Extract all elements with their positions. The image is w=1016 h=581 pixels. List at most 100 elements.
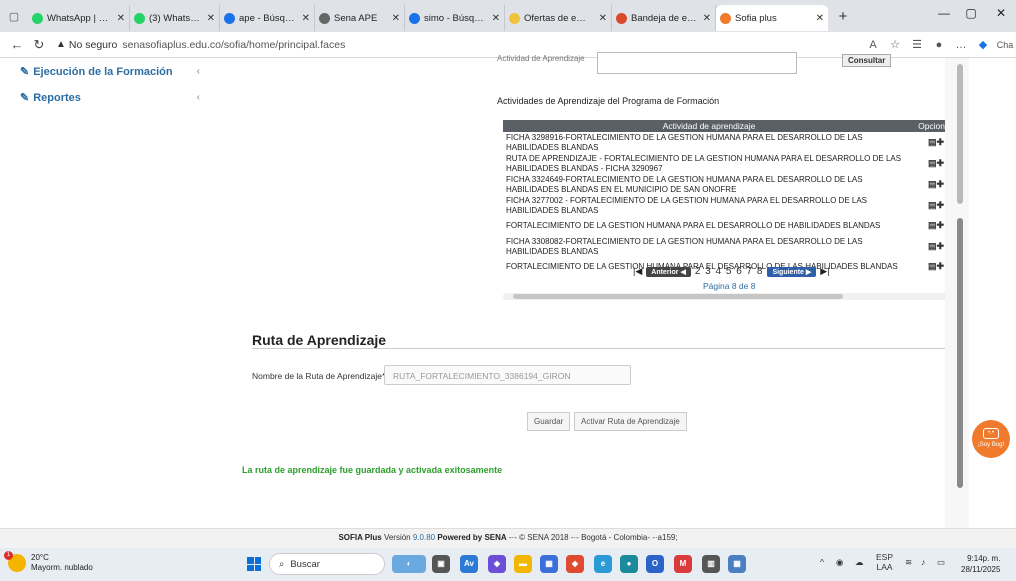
ofertas-icon	[509, 12, 520, 24]
back-icon[interactable]: ←	[6, 37, 28, 52]
close-tab-icon[interactable]: ✕	[599, 13, 607, 24]
close-tab-icon[interactable]: ✕	[302, 13, 310, 24]
language-indicator[interactable]: ESP LAA	[876, 552, 893, 572]
tab-simo-busqueda[interactable]: simo - Búsqueda ✕	[405, 5, 505, 31]
wifi-icon[interactable]: ≋	[905, 557, 912, 568]
weather-widget[interactable]: 1 20°C Mayorm. nublado	[4, 551, 93, 573]
close-tab-icon[interactable]: ✕	[703, 13, 711, 24]
minimize-icon[interactable]: —	[935, 6, 953, 20]
mascot-label: ¡Soy Bog!	[977, 442, 1005, 448]
add-icon[interactable]: ✚	[937, 179, 945, 189]
page-numbers[interactable]: 2 3 4 5 6 7 8	[695, 266, 764, 277]
security-label: No seguro	[68, 38, 118, 51]
tab-ape-busqueda[interactable]: ape - Búsqueda ✕	[220, 5, 315, 31]
read-aloud-icon[interactable]: A	[862, 39, 884, 51]
ruta-name-field[interactable]: RUTA_FORTALECIMIENTO_3386194_GIRON	[384, 365, 631, 385]
widgets-icon[interactable]: ◐	[392, 555, 426, 573]
activate-route-button[interactable]: Activar Ruta de Aprendizaje	[574, 412, 687, 431]
consult-button[interactable]: Consultar	[842, 54, 892, 67]
product-name: SOFIA Plus	[338, 533, 382, 542]
edge-icon[interactable]: e	[594, 555, 612, 573]
url-field[interactable]: ▲ No seguro senasofiaplus.edu.co/sofia/h…	[56, 39, 862, 51]
restore-icon[interactable]: ▢	[962, 6, 980, 20]
tab-bandeja-entrada[interactable]: Bandeja de entrad ✕	[612, 5, 716, 31]
ruta-name-label: Nombre de la Ruta de Aprendizaje*	[252, 371, 386, 381]
details-icon[interactable]: ▤	[928, 137, 937, 147]
office-icon[interactable]: ◆	[566, 555, 584, 573]
sidebar-item-reportes[interactable]: ✎ Reportes ‹	[0, 84, 210, 110]
consult-textarea[interactable]	[597, 52, 797, 74]
taskbar-clock[interactable]: 9:14p. m. 28/11/2025	[961, 553, 1000, 575]
battery-icon[interactable]: ▭	[937, 557, 945, 568]
close-tab-icon[interactable]: ✕	[492, 13, 500, 24]
add-icon[interactable]: ✚	[937, 261, 945, 272]
weather-description: Mayorm. nublado	[31, 563, 93, 572]
activities-title: Actividades de Aprendizaje del Programa …	[497, 96, 720, 106]
volume-icon[interactable]: ♪	[921, 557, 925, 567]
new-tab-button[interactable]: +	[834, 8, 852, 25]
tray-app-icon[interactable]: ◉	[836, 557, 843, 568]
tray-chevron-icon[interactable]: ^	[820, 557, 824, 567]
next-page-button[interactable]: Siguiente ▶	[767, 266, 817, 277]
details-icon[interactable]: ▤	[928, 241, 937, 251]
chevron-left-icon: ‹	[196, 65, 200, 77]
tab-label: ape - Búsqueda	[239, 12, 297, 24]
onedrive-icon[interactable]: ☁	[855, 557, 864, 568]
store-icon[interactable]: ▦	[540, 555, 558, 573]
close-window-icon[interactable]: ✕	[992, 6, 1010, 20]
close-tab-icon[interactable]: ✕	[117, 13, 125, 24]
previous-page-button[interactable]: Anterior ◀	[646, 266, 691, 277]
add-icon[interactable]: ✚	[937, 158, 945, 168]
close-tab-icon[interactable]: ✕	[392, 13, 400, 24]
taskbar-search[interactable]: ⌕ Buscar	[269, 553, 385, 575]
page-vertical-scrollbar[interactable]	[945, 58, 969, 528]
tab-whatsapp[interactable]: (3) WhatsApp ✕	[130, 5, 220, 31]
close-tab-icon[interactable]: ✕	[816, 13, 824, 24]
activities-table: Actividad de aprendizaje Opciones FICHA …	[503, 120, 957, 277]
details-icon[interactable]: ▤	[928, 158, 937, 168]
reload-icon[interactable]: ↻	[28, 37, 50, 53]
tab-sofia-plus[interactable]: Sofia plus ✕	[716, 5, 828, 31]
favorite-star-icon[interactable]: ☆	[884, 38, 906, 51]
tab-ofertas-empleo[interactable]: Ofertas de empleo ✕	[505, 5, 612, 31]
favorites-bar-icon[interactable]: ☰	[906, 38, 928, 51]
calculator-icon[interactable]: ▦	[728, 555, 746, 573]
mcafee-icon[interactable]: M	[674, 555, 692, 573]
tab-sena-ape[interactable]: Sena APE ✕	[315, 5, 405, 31]
assistant-mascot-button[interactable]: •.• ¡Soy Bog!	[972, 420, 1010, 458]
task-view-icon[interactable]: ▣	[432, 555, 450, 573]
save-button[interactable]: Guardar	[527, 412, 571, 431]
consult-row: Actividad de Aprendizaje Consultar	[497, 52, 897, 78]
activity-name: FORTALECIMIENTO DE LA GESTION HUMANA PAR…	[506, 221, 881, 231]
add-icon[interactable]: ✚	[937, 241, 945, 251]
sidebar-item-ejecucion-formacion[interactable]: ✎ Ejecución de la Formación ‹	[0, 58, 210, 84]
av-app-icon[interactable]: Av	[460, 555, 478, 573]
first-page-icon[interactable]: |◀	[633, 266, 642, 277]
copilot-icon[interactable]: ◆	[972, 38, 994, 51]
tab-label: Sofia plus	[735, 12, 777, 24]
details-icon[interactable]: ▤	[928, 220, 937, 231]
more-icon[interactable]: …	[950, 39, 972, 51]
add-icon[interactable]: ✚	[937, 220, 945, 231]
app-icon[interactable]: ▥	[702, 555, 720, 573]
powered-by: Powered by SENA	[437, 533, 507, 542]
close-tab-icon[interactable]: ✕	[207, 13, 215, 24]
outlook-icon[interactable]: O	[646, 555, 664, 573]
details-icon[interactable]: ▤	[928, 261, 937, 272]
details-icon[interactable]: ▤	[928, 200, 937, 210]
add-icon[interactable]: ✚	[937, 200, 945, 210]
scrollbar-thumb[interactable]	[513, 294, 843, 299]
add-icon[interactable]: ✚	[937, 137, 945, 147]
last-page-icon[interactable]: ▶|	[820, 266, 829, 277]
chrome-icon[interactable]: ●	[620, 555, 638, 573]
file-explorer-icon[interactable]: ▬	[514, 555, 532, 573]
tab-actions-icon[interactable]: ▢	[0, 10, 28, 23]
table-horizontal-scrollbar[interactable]	[503, 293, 957, 300]
start-button[interactable]	[247, 557, 261, 571]
details-icon[interactable]: ▤	[928, 179, 937, 189]
date: 28/11/2025	[961, 565, 1001, 574]
copilot-icon[interactable]: ◆	[488, 555, 506, 573]
profile-avatar-icon[interactable]: ●	[928, 39, 950, 51]
scrollbar-thumb[interactable]	[957, 64, 963, 204]
tab-whatsapp-mens[interactable]: WhatsApp | Mens ✕	[28, 5, 130, 31]
